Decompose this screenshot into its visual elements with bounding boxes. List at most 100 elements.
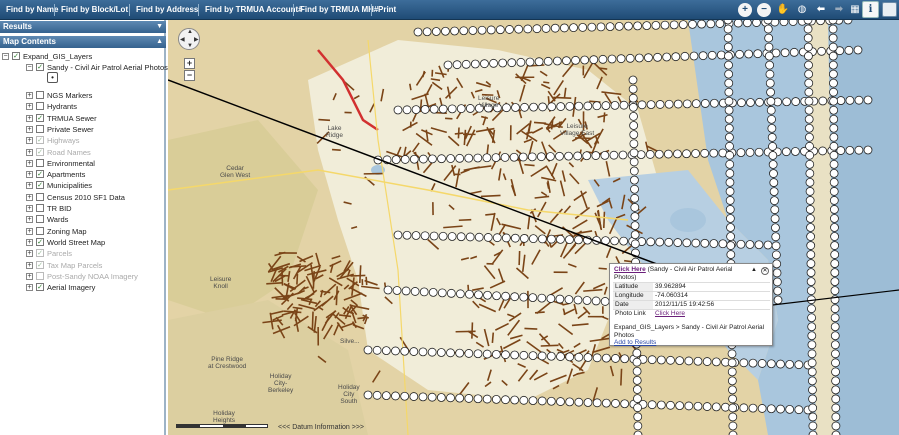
find-by-block-lot-button[interactable]: Find by Block/Lot xyxy=(61,0,128,20)
photo-point[interactable] xyxy=(651,20,661,30)
photo-point[interactable] xyxy=(656,355,666,365)
photo-point[interactable] xyxy=(711,357,721,367)
photo-point[interactable] xyxy=(574,397,584,407)
photo-point[interactable] xyxy=(413,27,423,37)
photo-point[interactable] xyxy=(808,421,818,431)
photo-point[interactable] xyxy=(532,24,542,34)
photo-point[interactable] xyxy=(771,232,781,242)
photo-point[interactable] xyxy=(536,152,546,162)
photo-point[interactable] xyxy=(516,57,526,67)
photo-point[interactable] xyxy=(780,48,790,58)
photo-point[interactable] xyxy=(509,152,519,162)
photo-point[interactable] xyxy=(831,421,841,431)
photo-point[interactable] xyxy=(492,233,502,243)
photo-point[interactable] xyxy=(830,277,840,287)
photo-point[interactable] xyxy=(768,160,778,169)
photo-point[interactable] xyxy=(691,99,701,109)
photo-point[interactable] xyxy=(664,237,674,247)
pan-hand-icon[interactable]: ✋ xyxy=(776,3,790,17)
photo-point[interactable] xyxy=(391,155,401,165)
photo-point[interactable] xyxy=(700,99,710,108)
photo-point[interactable] xyxy=(582,151,592,161)
photo-point[interactable] xyxy=(671,52,681,62)
photo-point[interactable] xyxy=(789,47,799,57)
photo-point[interactable] xyxy=(644,53,653,63)
photo-point[interactable] xyxy=(769,187,779,197)
photo-point[interactable] xyxy=(630,193,640,203)
clear-graphics-icon[interactable]: ▦ xyxy=(848,3,862,17)
photo-point[interactable] xyxy=(831,403,841,413)
map-contents-header[interactable]: Map Contents ▲ xyxy=(0,36,166,48)
photo-point[interactable] xyxy=(400,155,410,164)
photo-point[interactable] xyxy=(828,33,838,43)
photo-point[interactable] xyxy=(501,291,511,301)
photo-point[interactable] xyxy=(682,238,692,248)
photo-point[interactable] xyxy=(662,52,672,62)
photo-point[interactable] xyxy=(418,392,428,402)
photo-point[interactable] xyxy=(707,50,717,60)
photo-point[interactable] xyxy=(863,95,873,105)
photo-point[interactable] xyxy=(728,412,738,422)
photo-point[interactable] xyxy=(726,232,736,241)
photo-point[interactable] xyxy=(805,132,814,142)
photo-point[interactable] xyxy=(632,348,642,358)
photo-point[interactable] xyxy=(601,101,611,110)
photo-point[interactable] xyxy=(446,393,455,403)
photo-point[interactable] xyxy=(724,51,733,61)
photo-point[interactable] xyxy=(455,289,465,299)
photo-point[interactable] xyxy=(702,357,712,366)
photo-point[interactable] xyxy=(559,23,569,33)
photo-point[interactable] xyxy=(655,237,665,247)
photo-point[interactable] xyxy=(689,51,699,61)
photo-point[interactable] xyxy=(785,359,795,369)
photo-point[interactable] xyxy=(646,100,656,110)
photo-point[interactable] xyxy=(805,177,815,187)
photo-point[interactable] xyxy=(773,295,783,305)
expand-icon[interactable]: + xyxy=(26,92,33,99)
photo-point[interactable] xyxy=(806,286,816,296)
photo-point[interactable] xyxy=(725,141,734,151)
photo-point[interactable] xyxy=(727,349,737,359)
layer-checkbox[interactable]: ✓ xyxy=(36,147,44,156)
photo-point[interactable] xyxy=(429,104,439,114)
photo-point[interactable] xyxy=(700,238,710,248)
photo-point[interactable] xyxy=(805,159,815,169)
photo-point[interactable] xyxy=(653,52,662,62)
photo-point[interactable] xyxy=(629,130,639,140)
photo-point[interactable] xyxy=(723,42,733,52)
expand-icon[interactable]: + xyxy=(26,205,33,212)
layer-checkbox-sandy[interactable]: ✓ xyxy=(36,63,44,71)
photo-point[interactable] xyxy=(391,391,400,401)
photo-point[interactable] xyxy=(724,69,734,79)
photo-point[interactable] xyxy=(724,87,734,97)
photo-point[interactable] xyxy=(828,42,838,52)
full-extent-globe-icon[interactable]: ◍ xyxy=(795,3,809,17)
photo-point[interactable] xyxy=(682,149,691,159)
photo-point[interactable] xyxy=(830,223,839,232)
pan-up-icon[interactable]: ▲ xyxy=(187,29,193,35)
photo-point[interactable] xyxy=(673,238,683,247)
popup-click-here-link[interactable]: Click Here xyxy=(614,266,646,273)
photo-point[interactable] xyxy=(630,221,640,231)
photo-point[interactable] xyxy=(489,58,498,68)
photo-point[interactable] xyxy=(618,150,628,160)
photo-point[interactable] xyxy=(474,290,483,300)
photo-point[interactable] xyxy=(725,150,735,160)
photo-point[interactable] xyxy=(728,394,737,404)
photo-point[interactable] xyxy=(436,348,446,357)
photo-point[interactable] xyxy=(781,147,791,157)
photo-point[interactable] xyxy=(831,349,840,359)
photo-point[interactable] xyxy=(452,60,462,70)
photo-point[interactable] xyxy=(409,392,419,401)
photo-point[interactable] xyxy=(363,345,373,355)
photo-point[interactable] xyxy=(854,95,864,105)
photo-point[interactable] xyxy=(767,123,777,133)
photo-point[interactable] xyxy=(645,150,655,159)
photo-point[interactable] xyxy=(450,26,459,36)
photo-point[interactable] xyxy=(473,394,483,404)
photo-point[interactable] xyxy=(767,133,777,142)
photo-point[interactable] xyxy=(764,51,774,61)
photo-point[interactable] xyxy=(477,25,487,35)
photo-point[interactable] xyxy=(804,51,813,61)
photo-point[interactable] xyxy=(646,237,656,247)
